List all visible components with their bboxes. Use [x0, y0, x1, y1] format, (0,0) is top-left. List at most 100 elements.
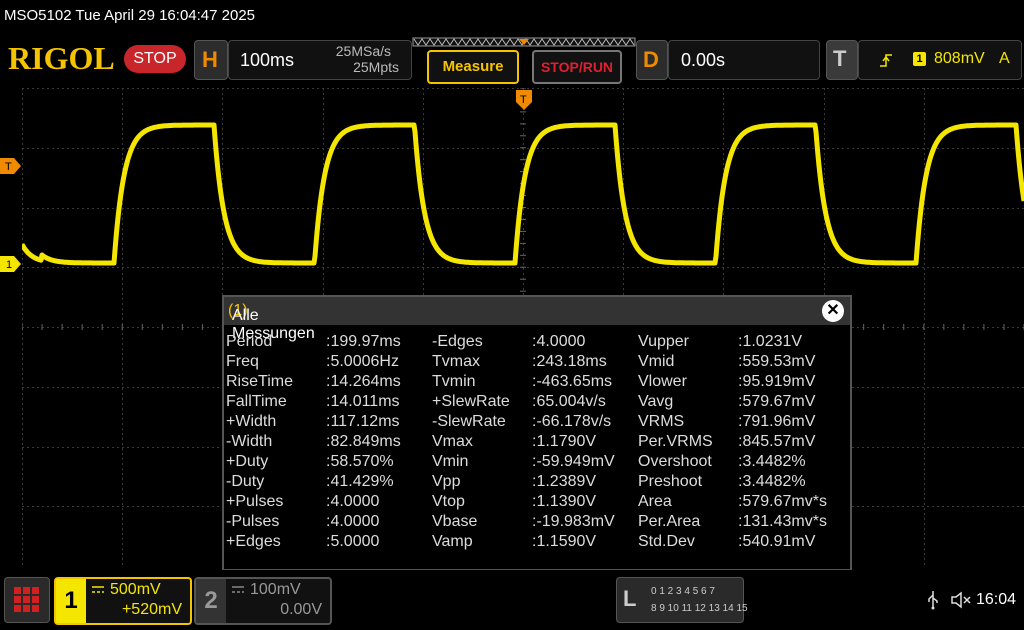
- measurement-label: +Pulses: [226, 493, 284, 510]
- measurement-value: :82.849ms: [326, 433, 401, 450]
- measurement-label: Vupper: [638, 333, 689, 350]
- measurement-label: Vamp: [432, 533, 473, 550]
- horizontal-menu-button[interactable]: H: [194, 40, 228, 80]
- svg-text:1: 1: [6, 259, 12, 271]
- measurement-value: :-463.65ms: [532, 373, 613, 390]
- horizontal-letter: H: [202, 47, 218, 72]
- trigger-mode: A: [999, 50, 1010, 67]
- rising-edge-icon: [880, 54, 892, 67]
- measurement-value: :579.67mV: [738, 393, 816, 410]
- measurements-header: Alle Messungen (1) ✕: [224, 297, 850, 342]
- measurement-value: :14.264ms: [326, 373, 401, 390]
- measurement-label: +Duty: [226, 453, 269, 470]
- measurement-value: :5.0000: [326, 533, 380, 550]
- horizontal-panel[interactable]: 100ms 25MSa/s 25Mpts: [228, 40, 412, 80]
- measurement-label: +SlewRate: [432, 393, 510, 410]
- ch2-settings-button[interactable]: 2 100mV 0.00V: [194, 577, 332, 625]
- measurement-value: :14.011ms: [326, 393, 400, 410]
- delay-panel[interactable]: 0.00s: [668, 40, 820, 80]
- measurement-value: :65.004v/s: [532, 393, 606, 410]
- logic-letter: L: [623, 586, 637, 611]
- delay-value: 0.00s: [681, 50, 726, 70]
- measurement-value: :243.18ms: [532, 353, 607, 370]
- measurement-label: Tvmin: [432, 373, 476, 390]
- measurement-label: -SlewRate: [432, 413, 506, 430]
- measurement-label: +Edges: [226, 533, 281, 550]
- measure-button[interactable]: Measure: [427, 50, 519, 84]
- delay-letter: D: [643, 47, 659, 72]
- measurement-value: :791.96mV: [738, 413, 816, 430]
- trigger-level: 808mV: [934, 50, 985, 67]
- measurement-label: Vmin: [432, 453, 469, 470]
- trigger-position-top-marker[interactable]: T: [516, 90, 532, 110]
- measurement-label: RiseTime: [226, 373, 293, 390]
- close-icon[interactable]: ✕: [822, 300, 844, 322]
- title-bar: MSO5102 Tue April 29 16:04:47 2025: [0, 0, 1024, 32]
- measurement-value: :559.53mV: [738, 353, 816, 370]
- measurement-value: :117.12ms: [326, 413, 400, 430]
- trigger-level-marker[interactable]: T: [0, 158, 22, 174]
- dc-coupling-icon: [232, 586, 244, 593]
- measurement-label: Vmid: [638, 353, 675, 370]
- usb-icon: [928, 591, 938, 610]
- measurement-value: :199.97ms: [326, 333, 401, 350]
- device-datetime: MSO5102 Tue April 29 16:04:47 2025: [4, 7, 256, 24]
- measurement-value: :3.4482%: [738, 453, 806, 470]
- measurement-value: :1.1390V: [532, 493, 597, 510]
- measurement-value: :1.0231V: [738, 333, 803, 350]
- measurement-value: :5.0006Hz: [326, 353, 399, 370]
- timebase-value: 100ms: [240, 50, 295, 70]
- measurement-label: Vpp: [432, 473, 461, 490]
- measurement-value: :95.919mV: [738, 373, 816, 390]
- measurement-label: +Width: [226, 413, 277, 430]
- measurement-value: :4.0000: [532, 333, 586, 350]
- sample-rate: 25MSa/s: [335, 43, 391, 59]
- trigger-menu-button[interactable]: T: [826, 40, 858, 80]
- ch1-ground-marker[interactable]: 1: [0, 256, 22, 272]
- stop-run-button[interactable]: STOP/RUN: [532, 50, 622, 84]
- measurement-label: Period: [226, 333, 273, 350]
- main-menu-button[interactable]: [4, 577, 50, 623]
- measurement-value: :4.0000: [326, 513, 380, 530]
- ch1-waveform: [22, 122, 1024, 266]
- measurement-label: -Width: [226, 433, 273, 450]
- ch1-scale: 500mV: [110, 581, 161, 598]
- ch2-offset: 0.00V: [280, 601, 322, 618]
- all-measurements-panel: Alle Messungen (1) ✕ Period:199.97ms -Edge…: [222, 295, 852, 571]
- ch1-number: 1: [56, 579, 86, 623]
- measurement-label: Preshoot: [638, 473, 703, 490]
- logic-channels-row2: 8 9 10 11 12 13 14 15: [651, 603, 748, 614]
- logic-channels-row1: 0 1 2 3 4 5 6 7: [651, 586, 715, 597]
- measurement-value: :1.2389V: [532, 473, 597, 490]
- measurement-value: :-19.983mV: [532, 513, 615, 530]
- rigol-logo: RIGOL: [8, 40, 115, 76]
- measurement-label: -Pulses: [226, 513, 280, 530]
- measurement-label: Overshoot: [638, 453, 712, 470]
- grid-menu-icon: [14, 587, 39, 612]
- ch1-offset: +520mV: [121, 601, 182, 618]
- dc-coupling-icon: [92, 586, 104, 593]
- measurement-value: :3.4482%: [738, 473, 806, 490]
- ch2-number: 2: [196, 579, 226, 623]
- measurement-label: Vlower: [638, 373, 687, 390]
- measurement-label: Freq: [226, 353, 259, 370]
- svg-text:T: T: [5, 161, 12, 173]
- measurement-value: :1.1590V: [532, 533, 597, 550]
- trigger-panel[interactable]: 1 808mV A: [858, 40, 1022, 80]
- measurement-label: -Duty: [226, 473, 265, 490]
- svg-text:T: T: [520, 94, 527, 106]
- measurement-value: :540.91mV: [738, 533, 816, 550]
- run-status-badge[interactable]: STOP: [124, 45, 186, 73]
- measurement-label: Per.VRMS: [638, 433, 713, 450]
- measurement-label: Per.Area: [638, 513, 701, 530]
- ch1-settings-button[interactable]: 1 500mV +520mV: [54, 577, 192, 625]
- measurement-label: FallTime: [226, 393, 287, 410]
- measurement-value: :845.57mV: [738, 433, 816, 450]
- delay-menu-button[interactable]: D: [636, 40, 668, 80]
- measurement-label: Vbase: [432, 513, 478, 530]
- measurement-label: Vmax: [432, 433, 473, 450]
- speaker-muted-icon[interactable]: [950, 590, 972, 610]
- measurement-label: Area: [638, 493, 672, 510]
- logic-analyzer-button[interactable]: L 0 1 2 3 4 5 6 7 8 9 10 11 12 13 14 15: [616, 577, 748, 623]
- memory-overview-strip[interactable]: [412, 37, 636, 51]
